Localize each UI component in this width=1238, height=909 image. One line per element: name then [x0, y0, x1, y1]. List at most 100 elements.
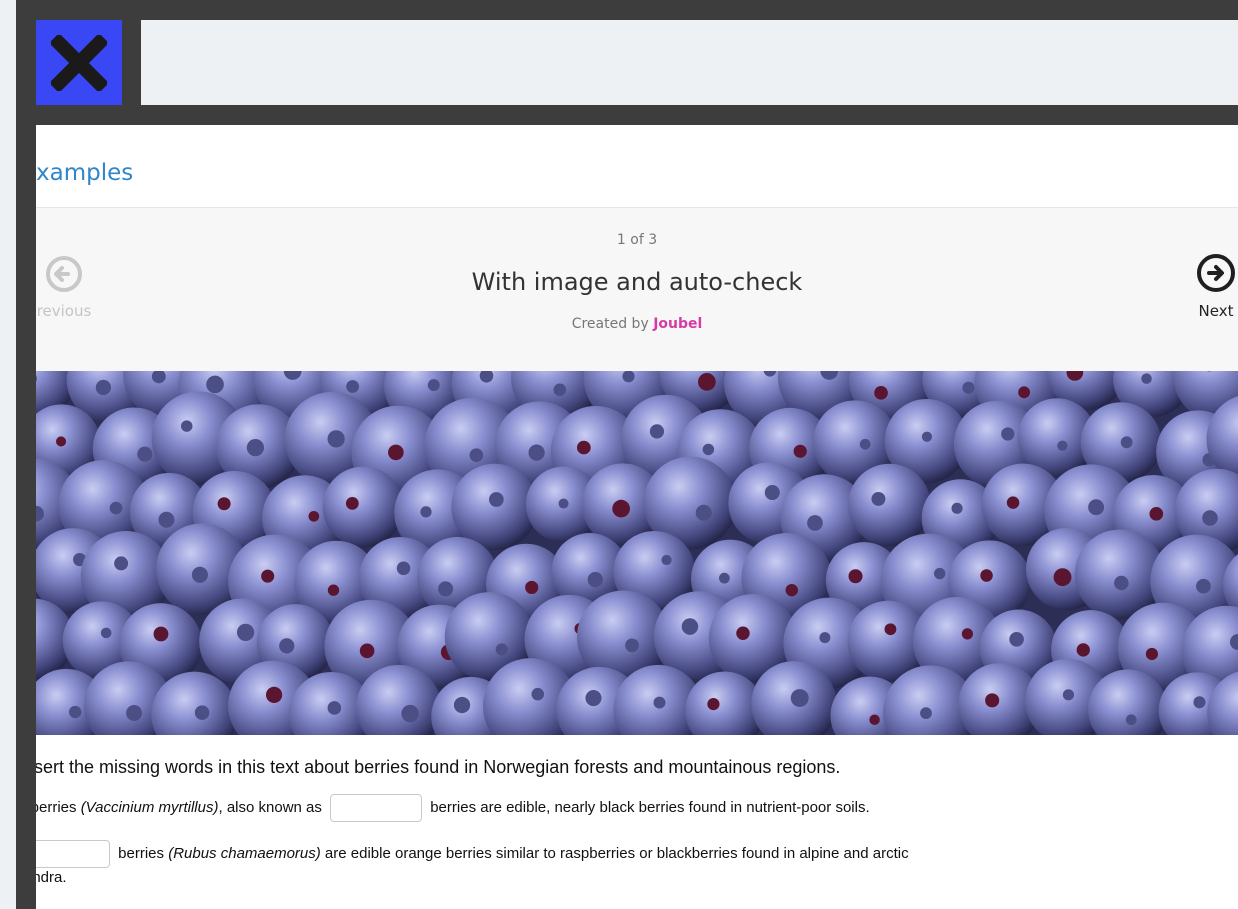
berry-crown [661, 554, 672, 566]
berry-crown [1125, 714, 1137, 726]
berry-crown [327, 701, 342, 715]
berry-crown [1202, 510, 1218, 526]
berry-crown [985, 693, 1000, 708]
berry-crown [884, 623, 897, 636]
berry-crown [261, 569, 275, 583]
berry [322, 466, 404, 548]
berry-crown [236, 623, 255, 641]
close-button[interactable] [36, 20, 122, 105]
page-heading: xamples [36, 160, 134, 186]
berry-crown [1018, 386, 1031, 399]
berry-crown [531, 687, 545, 701]
berry-crown [793, 444, 807, 458]
sentence2-latin: (Rubus chamaemorus) [168, 844, 321, 862]
berry-crown [807, 515, 823, 531]
berry-crown [401, 704, 419, 723]
blank-input-1[interactable] [330, 794, 423, 822]
berry-crown [785, 583, 798, 597]
berry-crown [1057, 440, 1068, 451]
berry-crown [707, 698, 720, 711]
berry-crown [114, 556, 129, 571]
sentence1-start: ilberries [36, 798, 77, 816]
berry-crown [719, 572, 730, 584]
berry-crown [874, 386, 888, 400]
berry-crown [453, 696, 471, 714]
berry-crown [126, 705, 143, 721]
sentence1-end: berries are edible, nearly black berries… [430, 798, 870, 816]
berry-crown [587, 571, 603, 588]
berry-crown [308, 510, 320, 522]
berry-crown [495, 643, 508, 656]
sentence-cloudberries: berries (Rubus chamaemorus) are edible o… [36, 840, 1238, 888]
berry-crown [1196, 578, 1211, 594]
berry-crown [246, 438, 265, 457]
main-content: xamples revious 1 of 3 With image and au… [36, 125, 1238, 909]
berry-crown [790, 689, 809, 707]
berry-crown [206, 375, 224, 394]
berry-crown [109, 501, 123, 515]
close-icon [51, 34, 107, 91]
berry-crown [359, 643, 375, 659]
berry-crown [859, 438, 871, 450]
berry-crown [871, 491, 886, 506]
berry-crown [702, 443, 715, 456]
author-line: Created by Joubel [36, 316, 1238, 332]
slide-counter: 1 of 3 [616, 232, 658, 248]
arrow-right-circle-icon [1197, 254, 1235, 292]
berry-crown [1076, 643, 1090, 657]
berry-crown [1193, 696, 1206, 709]
title-field[interactable] [141, 20, 1238, 105]
berry-crown [181, 420, 193, 432]
berry-crown [525, 580, 539, 595]
berry-crown [1053, 568, 1072, 587]
exercise-text: nsert the missing words in this text abo… [36, 757, 1238, 906]
berry-crown [649, 424, 665, 439]
berry-crown [1001, 427, 1015, 441]
berry-crown [698, 372, 716, 391]
blank-input-2[interactable] [36, 840, 110, 868]
sentence2-continuation: undra. [36, 869, 67, 886]
berry-crown [469, 448, 484, 462]
sentence1-middle: , also known as [218, 798, 322, 816]
berry-crown [95, 379, 112, 396]
berry [451, 463, 538, 551]
berry-crown [962, 381, 975, 394]
berry-crown [558, 498, 569, 509]
berry-crown [869, 714, 880, 725]
top-bar [36, 20, 1238, 105]
content-header-panel: revious 1 of 3 With image and auto-check… [36, 207, 1238, 372]
berry-crown [585, 689, 602, 707]
blueberries-image [36, 371, 1238, 735]
author-link[interactable]: Joubel [653, 316, 702, 332]
created-by-label: Created by [571, 316, 649, 332]
berry-crown [158, 511, 175, 528]
berry-crown [194, 705, 210, 720]
berry-crown [553, 383, 567, 397]
berry [848, 463, 931, 547]
berry-crown [217, 497, 231, 511]
berry-crown [1120, 436, 1133, 449]
berry-crown [1088, 499, 1105, 516]
berry-crown [695, 504, 712, 521]
berry-crown [191, 566, 208, 583]
next-button[interactable]: Next [1186, 252, 1238, 320]
berry-crown [980, 569, 993, 582]
berry-crown [489, 492, 504, 507]
berry-crown [528, 444, 545, 461]
berry-crown [934, 567, 946, 580]
berry-crown [1141, 373, 1152, 384]
sentence-bilberries: ilberries (Vaccinium myrtillus), also kn… [36, 794, 1238, 822]
berry-crown [764, 485, 780, 501]
berry-crown [576, 440, 591, 455]
berry-crown [1006, 496, 1020, 509]
berry-crown [612, 499, 630, 518]
berry-crown [848, 569, 863, 584]
content-title: With image and auto-check [471, 268, 803, 296]
berry-crown [69, 705, 82, 719]
berry-crown [265, 686, 283, 703]
next-label: Next [1198, 302, 1234, 320]
berry-crown [736, 626, 750, 640]
berry-crown [396, 561, 411, 576]
berry-crown [920, 707, 932, 720]
berry-crown [327, 430, 345, 448]
